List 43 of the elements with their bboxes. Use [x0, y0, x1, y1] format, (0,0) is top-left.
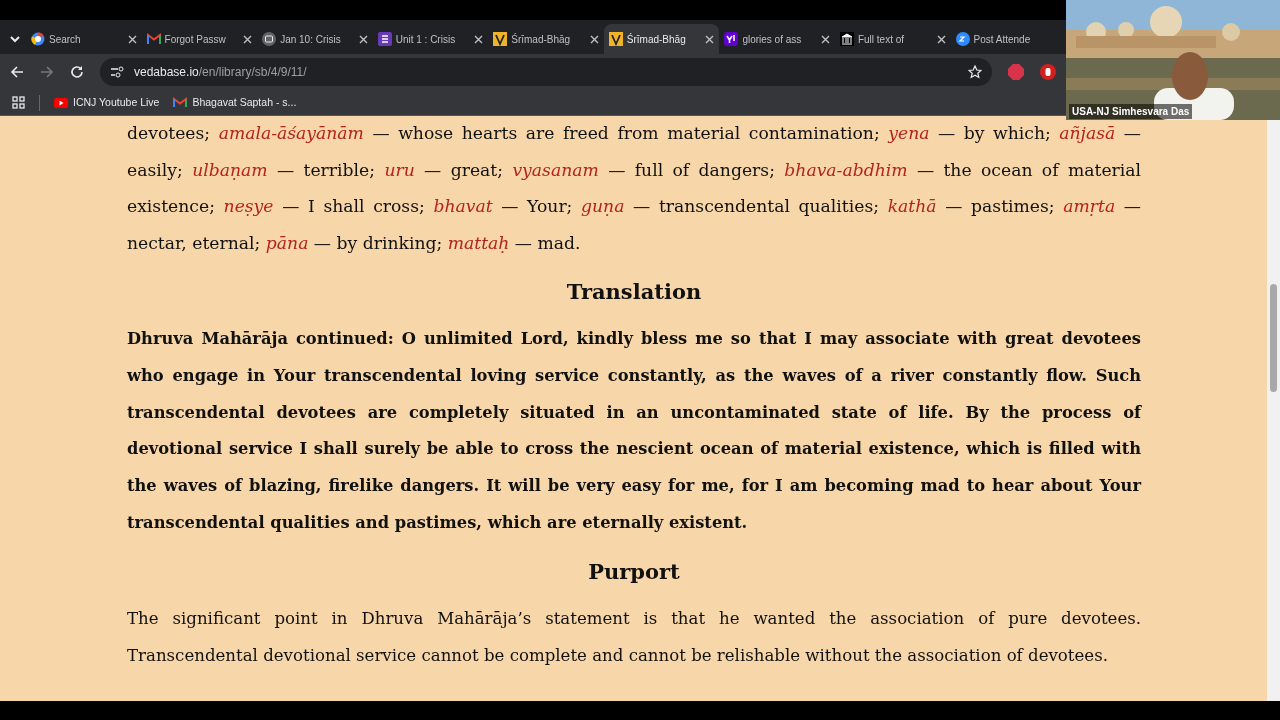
- browser-tab[interactable]: Forgot Passw: [141, 24, 258, 54]
- browser-tab[interactable]: Jan 10: Crisis: [257, 24, 373, 54]
- scrollbar-thumb[interactable]: [1270, 284, 1277, 392]
- section-heading: Purport: [587, 557, 681, 586]
- browser-tab[interactable]: Śrīmad-Bhāg: [488, 24, 604, 54]
- reload-icon[interactable]: [70, 65, 84, 79]
- participant-name: USA-NJ Simhesvara Das: [1069, 104, 1193, 119]
- star-icon[interactable]: [968, 65, 982, 79]
- close-icon[interactable]: [358, 34, 368, 44]
- v-logo-icon: [608, 32, 623, 46]
- browser-tab[interactable]: Search: [26, 24, 142, 54]
- v-logo-icon: [493, 32, 508, 46]
- browser-tab[interactable]: Full text of: [834, 24, 951, 54]
- browser-tab[interactable]: Unit 1 : Crisis: [372, 24, 489, 54]
- play-icon: [54, 97, 68, 108]
- back-icon[interactable]: [10, 65, 24, 79]
- close-icon[interactable]: [589, 34, 599, 44]
- close-icon[interactable]: [243, 34, 253, 44]
- apps-grid-icon[interactable]: [12, 96, 25, 109]
- close-icon[interactable]: [127, 34, 137, 44]
- browser-tab[interactable]: Śrīmad-Bhāg: [603, 24, 720, 54]
- mail-icon: [173, 97, 188, 108]
- section-heading: Translation: [565, 277, 703, 306]
- search-engine-icon: [31, 32, 45, 46]
- close-icon[interactable]: [705, 34, 715, 44]
- mail-icon: [146, 32, 161, 46]
- yahoo-logo-icon: [724, 32, 739, 46]
- site-settings-icon[interactable]: [110, 66, 124, 78]
- close-icon[interactable]: [936, 34, 946, 44]
- browser-tab[interactable]: glories of ass: [719, 24, 835, 54]
- browser-tab[interactable]: Post Attende: [950, 24, 1066, 54]
- synonyms-paragraph: devotees; amala-āśayānām — whose hearts are freed from material contamination; yena — by which; añjasā — easily; ulbaṇam — terrible; uru — great; vyasanam — full of dangers; bhava-abdhim — the ocean of material existence; neṣye — I shall cross; bhavat — Your; guṇa — transcendental qualities; kathā — pastimes; amṛta — nectar, eternal; pāna — by drinking; mattaḥ — mad.: [127, 122, 1141, 256]
- bookmark[interactable]: Bhagavat Saptah - s...: [173, 94, 297, 111]
- address-bar[interactable]: vedabase.io/en/library/sb/4/9/11/: [100, 58, 992, 86]
- close-icon[interactable]: [474, 34, 484, 44]
- bookmark[interactable]: ICNJ Youtube Live: [54, 94, 160, 111]
- close-icon[interactable]: [820, 34, 830, 44]
- video-meeting-icon: [955, 32, 970, 46]
- forward-icon[interactable]: [40, 65, 54, 79]
- library-icon: [839, 32, 854, 46]
- list-icon: [377, 32, 392, 46]
- purport-paragraph: The significant point in Dhruva Mahārāja’s statement is that he wanted the association of pure devotees. Transcendental devotional service cannot be complete and cannot be relishable without the association of devotees.: [127, 608, 1141, 667]
- translation-paragraph: Dhruva Mahārāja continued: O unlimited Lord, kindly bless me so that I may associate with great devotees who engage in Your transcendental loving service constantly, as the waves of a river constantly flow. Such transcendental devotees are completely situated in an uncontaminated state of life. By the process of devotional service I shall surely be able to cross the nescient ocean of material existence, which is filled with the waves of blazing, firelike dangers. It will be very easy for me, for I am becoming mad to hear about Your transcendental qualities and pastimes, which are eternally existent.: [127, 328, 1141, 534]
